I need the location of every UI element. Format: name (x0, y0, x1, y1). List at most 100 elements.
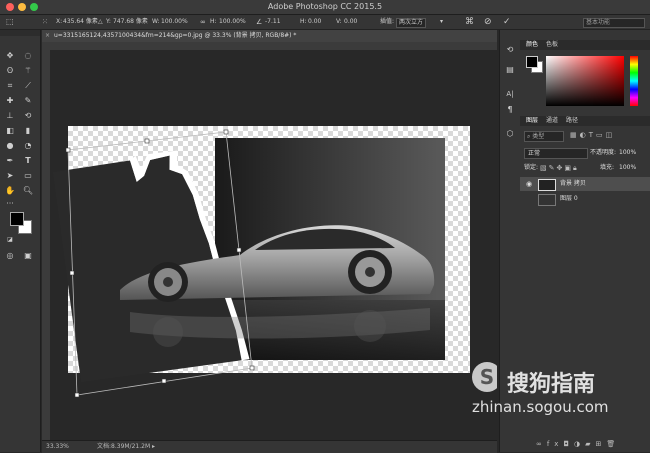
screen-mode-icon[interactable]: ▣ (22, 250, 34, 262)
toolbox-handle[interactable] (0, 30, 40, 36)
layer-row-2[interactable]: 图层 0 (520, 192, 650, 206)
tab-layers[interactable]: 图层 (526, 116, 538, 126)
blur-tool-icon[interactable]: ● (4, 140, 16, 152)
dodge-tool-icon[interactable]: ◔ (22, 140, 34, 152)
hand-tool-icon[interactable]: ✋ (4, 185, 16, 197)
eraser-tool-icon[interactable]: ◧ (4, 125, 16, 137)
hskew-field[interactable]: 0.00 (308, 15, 321, 29)
type-tool-icon[interactable]: T (22, 155, 34, 167)
hskew-label: H: (300, 18, 307, 25)
sogou-logo-icon: S (472, 362, 497, 392)
status-menu-icon[interactable]: ▸ (152, 441, 155, 453)
zoom-level[interactable]: 33.33% (46, 441, 69, 453)
lock-icons[interactable]: ▧✎✥▣🔒︎ (540, 163, 579, 173)
crop-tool-icon[interactable]: ⌗ (4, 80, 16, 92)
x-label: X: (56, 18, 63, 25)
vskew-label: V: (336, 18, 342, 25)
layers-panel-tabs: 图层 通道 路径 (520, 116, 650, 126)
layers-panel-footer: ∞fx◘◑▰⊞🗑︎ (536, 438, 646, 450)
blend-mode-select[interactable]: 正常 (524, 148, 588, 159)
history-panel-icon[interactable]: ⟲ (504, 44, 516, 56)
canvas-area[interactable]: S (50, 50, 497, 440)
minimize-window-button[interactable] (18, 3, 26, 11)
chevron-down-icon: ▾ (440, 18, 444, 25)
watermark-brand: 搜狗指南 (507, 372, 596, 397)
vskew-field[interactable]: 0.00 (344, 15, 357, 29)
y-label: Y: (106, 18, 111, 25)
more-tools-icon[interactable]: ··· (4, 198, 16, 210)
add-mask-icon[interactable]: ◘ (563, 440, 574, 448)
zoom-tool-icon[interactable]: 🔍︎ (22, 185, 34, 197)
w-label: W: (152, 18, 160, 25)
clone-stamp-tool-icon[interactable]: ⊥ (4, 110, 16, 122)
interpolation-label: 插值: (380, 18, 395, 25)
color-field[interactable] (546, 56, 624, 106)
cancel-transform-icon[interactable]: ⊘ (484, 15, 492, 29)
close-tab-icon[interactable]: × (45, 30, 50, 42)
tab-channels[interactable]: 通道 (546, 116, 558, 126)
panel-foreground-swatch[interactable] (526, 56, 538, 68)
workspace-select[interactable]: 基本功能 (583, 18, 645, 28)
character-panel-icon[interactable]: A| (504, 88, 516, 100)
adjustment-layer-icon[interactable]: ◑ (574, 440, 585, 448)
healing-brush-tool-icon[interactable]: ✚ (4, 95, 16, 107)
new-group-icon[interactable]: ▰ (585, 440, 595, 448)
link-aspect-icon[interactable]: ∞ (200, 15, 206, 29)
quick-mask-icon[interactable]: ◎ (4, 250, 16, 262)
brush-tool-icon[interactable]: ✎ (22, 95, 34, 107)
relative-position-icon[interactable]: △ (98, 15, 103, 29)
move-tool-icon[interactable]: ✥ (4, 50, 16, 62)
paragraph-panel-icon[interactable]: ¶ (504, 104, 516, 116)
marquee-tool-icon[interactable]: ◌ (22, 50, 34, 62)
path-selection-tool-icon[interactable]: ➤ (4, 170, 16, 182)
3d-panel-icon[interactable]: ⬡ (504, 128, 516, 140)
history-brush-tool-icon[interactable]: ⟲ (22, 110, 34, 122)
close-window-button[interactable] (6, 3, 14, 11)
document-title: u=3315165124,4357100434&fm=214&gp=0.jpg … (54, 32, 297, 39)
interpolation-select[interactable]: 两次立方 (396, 18, 427, 28)
commit-transform-icon[interactable]: ✓ (503, 15, 511, 29)
tab-color[interactable]: 颜色 (526, 40, 538, 50)
fx-icon[interactable]: fx (547, 440, 564, 448)
magic-wand-tool-icon[interactable]: ⚚ (22, 65, 34, 77)
gradient-tool-icon[interactable]: ▮ (22, 125, 34, 137)
app-title: Adobe Photoshop CC 2015.5 (267, 2, 383, 11)
color-panel-tabs: 颜色 色板 (520, 40, 650, 50)
new-layer-icon[interactable]: ⊞ (596, 440, 607, 448)
zoom-window-button[interactable] (30, 3, 38, 11)
fill-label: 填充: (600, 164, 615, 171)
link-layers-icon[interactable]: ∞ (536, 440, 547, 448)
status-bar: 33.33% 文档:8.39M/21.2M ▸ (42, 440, 497, 453)
tool-preset-icon[interactable]: ⬚ (6, 15, 14, 29)
toolbox: ✥ ◌ ʘ ⚚ ⌗ ⟋ ✚ ✎ ⊥ ⟲ ◧ ▮ ● ◔ ✒ T ➤ ▭ ✋ 🔍︎… (0, 30, 41, 452)
layer-filter-select[interactable]: ⌕ 类型 (524, 131, 564, 142)
document-size: 文档:8.39M/21.2M (97, 443, 151, 450)
layer-name: 图层 0 (560, 195, 578, 202)
default-colors-icon[interactable]: ◪ (4, 234, 16, 246)
angle-icon: ∠ (256, 18, 263, 26)
layer-filter-icons[interactable]: ▦◐T▭◫ (570, 131, 615, 139)
hue-slider[interactable] (630, 56, 638, 106)
properties-panel-icon[interactable]: ▤ (504, 64, 516, 76)
search-icon: ⌕ (527, 133, 531, 140)
opacity-field[interactable]: 100% (619, 148, 636, 158)
warp-mode-icon[interactable]: ⌘ (465, 15, 474, 29)
lasso-tool-icon[interactable]: ʘ (4, 65, 16, 77)
y-field[interactable]: 747.68 像素 (113, 15, 148, 29)
reference-point-icon[interactable]: ⁙ (42, 15, 48, 29)
pen-tool-icon[interactable]: ✒ (4, 155, 16, 167)
fill-field[interactable]: 100% (619, 163, 636, 173)
foreground-color-swatch[interactable] (10, 212, 24, 226)
eyedropper-tool-icon[interactable]: ⟋ (22, 80, 34, 92)
eye-icon[interactable]: ◉ (526, 177, 532, 191)
h-field[interactable]: 100.00% (219, 15, 246, 29)
tab-swatches[interactable]: 色板 (546, 40, 558, 50)
rectangle-tool-icon[interactable]: ▭ (22, 170, 34, 182)
delete-layer-icon[interactable]: 🗑︎ (606, 440, 620, 448)
angle-field[interactable]: -7.11 (265, 15, 281, 29)
layer-row-1[interactable]: ◉ 背景 拷贝 (520, 177, 650, 191)
tab-paths[interactable]: 路径 (566, 116, 578, 126)
x-field[interactable]: 435.64 像素 (63, 15, 98, 29)
w-field[interactable]: 100.00% (161, 15, 188, 29)
watermark-url: zhinan.sogou.com (472, 398, 609, 416)
